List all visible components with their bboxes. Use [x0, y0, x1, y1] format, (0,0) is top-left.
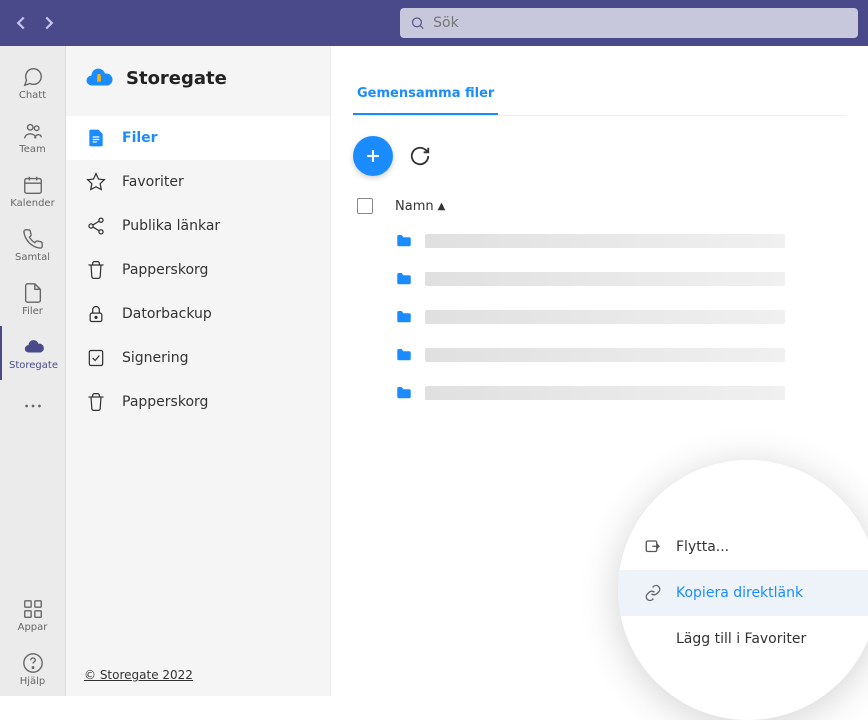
trash-icon — [86, 392, 106, 412]
rail-label: Samtal — [15, 252, 50, 263]
main-area: Chatt Team Kalender Samtal Filer Storega… — [0, 46, 868, 696]
sidebar-item-files[interactable]: Filer — [66, 116, 330, 160]
sidebar-item-backup[interactable]: Datorbackup — [66, 292, 330, 336]
file-name-placeholder — [425, 272, 785, 286]
folder-icon — [393, 384, 415, 402]
rail-help[interactable]: Hjälp — [0, 642, 65, 696]
file-name-placeholder — [425, 234, 785, 248]
rail-chat[interactable]: Chatt — [0, 56, 65, 110]
rail-calls[interactable]: Samtal — [0, 218, 65, 272]
rail-calendar[interactable]: Kalender — [0, 164, 65, 218]
context-item-label: Kopiera direktlänk — [676, 585, 803, 601]
cloud-icon — [23, 336, 45, 358]
title-bar — [0, 0, 868, 46]
context-add-favorite[interactable]: Lägg till i Favoriter — [618, 616, 868, 662]
sidebar-item-favorites[interactable]: Favoriter — [66, 160, 330, 204]
sidebar-item-trash-2[interactable]: Papperskorg — [66, 380, 330, 424]
rail-label: Chatt — [19, 90, 46, 101]
rail-label: Team — [19, 144, 45, 155]
search-icon — [410, 15, 425, 31]
sidebar-item-label: Papperskorg — [122, 262, 208, 278]
sort-caret-icon: ▲ — [438, 201, 446, 212]
document-icon — [86, 128, 106, 148]
toolbar — [353, 136, 846, 176]
tab-row: Gemensamma filer — [353, 76, 846, 116]
folder-icon — [393, 308, 415, 326]
column-name-label: Namn — [395, 199, 434, 214]
plus-icon — [363, 146, 383, 166]
move-icon — [644, 538, 662, 556]
add-button[interactable] — [353, 136, 393, 176]
refresh-button[interactable] — [409, 145, 431, 167]
content-area: Gemensamma filer Namn ▲ — [330, 46, 868, 696]
help-icon — [22, 652, 44, 674]
team-icon — [22, 120, 44, 142]
app-sidebar: Storegate Filer Favoriter Publika länkar… — [66, 46, 330, 696]
copyright-link[interactable]: © Storegate 2022 — [66, 654, 330, 696]
calendar-icon — [22, 174, 44, 196]
context-move[interactable]: Flytta... — [618, 524, 868, 570]
apps-icon — [22, 598, 44, 620]
rail-more[interactable] — [0, 380, 65, 434]
search-box[interactable] — [400, 8, 858, 38]
sidebar-item-label: Publika länkar — [122, 218, 220, 234]
more-icon — [22, 395, 44, 417]
rail-apps[interactable]: Appar — [0, 588, 65, 642]
sign-icon — [86, 348, 106, 368]
back-button[interactable] — [10, 12, 32, 34]
context-menu: Flytta... Kopiera direktlänk Lägg till i… — [618, 460, 868, 720]
file-name-placeholder — [425, 386, 785, 400]
list-header: Namn ▲ — [353, 190, 846, 222]
sidebar-item-public-links[interactable]: Publika länkar — [66, 204, 330, 248]
folder-icon — [393, 270, 415, 288]
refresh-icon — [409, 145, 431, 167]
phone-icon — [22, 228, 44, 250]
list-item[interactable] — [353, 260, 846, 298]
chat-icon — [22, 66, 44, 88]
storegate-logo-icon — [84, 63, 114, 93]
list-item[interactable] — [353, 222, 846, 260]
rail-label: Appar — [18, 622, 48, 633]
sidebar-item-label: Papperskorg — [122, 394, 208, 410]
lock-icon — [86, 304, 106, 324]
share-icon — [86, 216, 106, 236]
sidebar-item-trash[interactable]: Papperskorg — [66, 248, 330, 292]
context-copy-link[interactable]: Kopiera direktlänk — [618, 570, 868, 616]
sidebar-item-label: Favoriter — [122, 174, 184, 190]
rail-label: Hjälp — [20, 676, 46, 687]
sidebar-title: Storegate — [126, 68, 227, 89]
column-name[interactable]: Namn ▲ — [395, 199, 445, 214]
file-name-placeholder — [425, 310, 785, 324]
forward-button[interactable] — [38, 12, 60, 34]
rail-label: Storegate — [9, 360, 58, 371]
sidebar-item-label: Datorbackup — [122, 306, 212, 322]
folder-icon — [393, 346, 415, 364]
nav-arrows — [10, 12, 60, 34]
list-item[interactable] — [353, 374, 846, 412]
link-icon — [644, 584, 662, 602]
app-rail: Chatt Team Kalender Samtal Filer Storega… — [0, 46, 66, 696]
folder-icon — [393, 232, 415, 250]
rail-storegate[interactable]: Storegate — [0, 326, 65, 380]
context-item-label: Flytta... — [676, 539, 729, 555]
rail-team[interactable]: Team — [0, 110, 65, 164]
rail-files[interactable]: Filer — [0, 272, 65, 326]
file-icon — [22, 282, 44, 304]
star-icon — [86, 172, 106, 192]
sidebar-list: Filer Favoriter Publika länkar Pappersko… — [66, 110, 330, 654]
file-name-placeholder — [425, 348, 785, 362]
list-item[interactable] — [353, 298, 846, 336]
sidebar-item-label: Signering — [122, 350, 189, 366]
trash-icon — [86, 260, 106, 280]
select-all-checkbox[interactable] — [357, 198, 373, 214]
list-item[interactable] — [353, 336, 846, 374]
sidebar-item-label: Filer — [122, 130, 158, 146]
sidebar-item-signing[interactable]: Signering — [66, 336, 330, 380]
context-item-label: Lägg till i Favoriter — [676, 631, 806, 647]
rail-label: Filer — [22, 306, 43, 317]
sidebar-header: Storegate — [66, 46, 330, 110]
tab-shared-files[interactable]: Gemensamma filer — [353, 76, 498, 115]
search-input[interactable] — [433, 15, 848, 31]
rail-label: Kalender — [10, 198, 54, 209]
